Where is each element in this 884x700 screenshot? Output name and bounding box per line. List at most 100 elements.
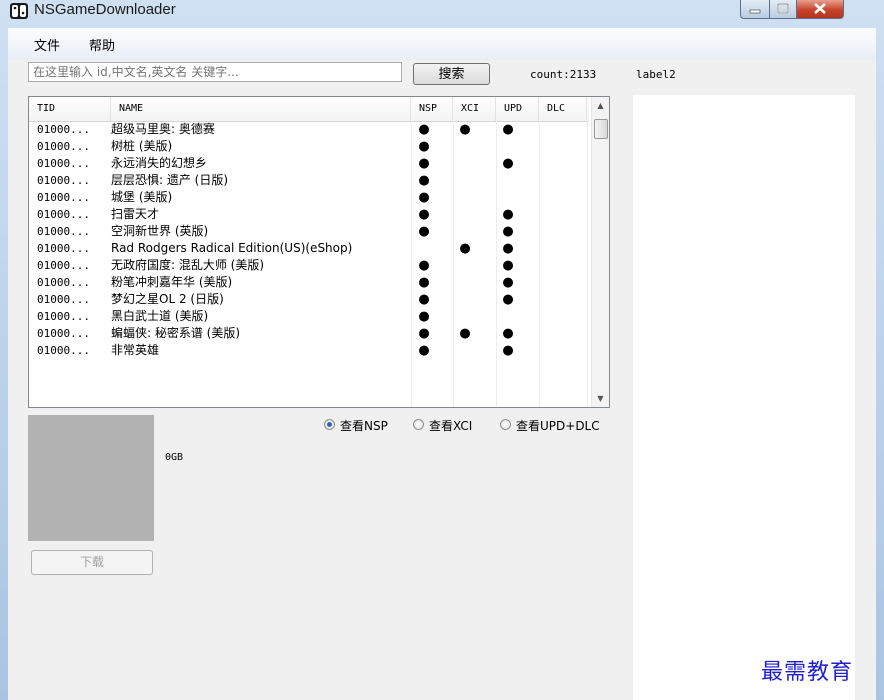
table-row[interactable]: 01000... 层层恐惧: 遗产 (日版) ●	[29, 172, 589, 189]
column-xci[interactable]: XCI	[453, 97, 496, 121]
column-dlc[interactable]: DLC	[539, 97, 587, 121]
column-name[interactable]: NAME	[111, 97, 411, 121]
available-dot-icon: ●	[418, 309, 430, 324]
title-bar[interactable]: NSGameDownloader	[0, 0, 884, 28]
cell-tid: 01000...	[37, 208, 90, 221]
minimize-button[interactable]	[740, 0, 769, 19]
cell-name: 永远消失的幻想乡	[111, 156, 208, 170]
detail-panel	[633, 95, 855, 700]
close-button[interactable]	[796, 0, 844, 19]
scroll-up-arrow-icon[interactable]: ▲	[592, 97, 609, 114]
cell-name: 城堡 (美版)	[111, 190, 173, 204]
cell-name: 蝙蝠侠: 秘密系谱 (美版)	[111, 326, 241, 340]
table-row[interactable]: 01000... 粉笔冲刺嘉年华 (美版) ● ●	[29, 274, 589, 291]
cell-tid: 01000...	[37, 259, 90, 272]
game-list[interactable]: TID NAME NSP XCI UPD DLC 01000... 超级马里奥: …	[28, 96, 610, 408]
available-dot-icon: ●	[418, 224, 430, 239]
radio-label: 查看XCI	[429, 419, 473, 433]
available-dot-icon: ●	[502, 207, 514, 222]
switch-app-icon	[10, 3, 28, 19]
available-dot-icon: ●	[418, 275, 430, 290]
scroll-thumb[interactable]	[594, 119, 608, 139]
cell-tid: 01000...	[37, 242, 90, 255]
table-row[interactable]: 01000... 树桩 (美版) ●	[29, 138, 589, 155]
cell-name: 超级马里奥: 奥德赛	[111, 122, 215, 136]
info-label: label2	[636, 68, 676, 81]
cell-tid: 01000...	[37, 225, 90, 238]
available-dot-icon: ●	[418, 156, 430, 171]
available-dot-icon: ●	[502, 224, 514, 239]
close-icon	[814, 3, 826, 14]
maximize-icon	[777, 3, 789, 14]
available-dot-icon: ●	[418, 343, 430, 358]
available-dot-icon: ●	[418, 173, 430, 188]
cell-tid: 01000...	[37, 140, 90, 153]
available-dot-icon: ●	[502, 241, 514, 256]
maximize-button[interactable]	[769, 0, 797, 19]
window-title: NSGameDownloader	[34, 1, 176, 18]
column-upd[interactable]: UPD	[496, 97, 539, 121]
cell-tid: 01000...	[37, 344, 90, 357]
radio-label: 查看NSP	[340, 419, 388, 433]
table-row[interactable]: 01000... 永远消失的幻想乡 ● ●	[29, 155, 589, 172]
cell-tid: 01000...	[37, 123, 90, 136]
cell-name: 扫雷天才	[111, 207, 160, 221]
available-dot-icon: ●	[502, 292, 514, 307]
cell-name: 粉笔冲刺嘉年华 (美版)	[111, 275, 233, 289]
radio-dot-icon	[500, 419, 511, 430]
available-dot-icon: ●	[418, 258, 430, 273]
column-nsp[interactable]: NSP	[411, 97, 453, 121]
minimize-icon	[749, 9, 761, 14]
list-rows: 01000... 超级马里奥: 奥德赛 ● ● ● 01000... 树桩 (美版) ● 010…	[29, 121, 589, 359]
cell-name: 空洞新世界 (英版)	[111, 224, 209, 238]
search-input[interactable]	[28, 62, 402, 82]
column-tid[interactable]: TID	[29, 97, 111, 121]
available-dot-icon: ●	[502, 326, 514, 341]
available-dot-icon: ●	[459, 241, 471, 256]
available-dot-icon: ●	[502, 343, 514, 358]
radio-dot-icon	[324, 419, 335, 430]
available-dot-icon: ●	[418, 139, 430, 154]
radio-dot-icon	[413, 419, 424, 430]
table-row[interactable]: 01000... 城堡 (美版) ●	[29, 189, 589, 206]
search-button[interactable]: 搜索	[413, 63, 490, 85]
cell-name: 层层恐惧: 遗产 (日版)	[111, 173, 229, 187]
table-row[interactable]: 01000... 无政府国度: 混乱大师 (美版) ● ●	[29, 257, 589, 274]
cell-tid: 01000...	[37, 191, 90, 204]
table-row[interactable]: 01000... 空洞新世界 (英版) ● ●	[29, 223, 589, 240]
menu-bar: 文件 帮助	[8, 28, 876, 60]
cell-tid: 01000...	[37, 174, 90, 187]
cell-tid: 01000...	[37, 293, 90, 306]
cell-name: Rad Rodgers Radical Edition(US)(eShop)	[111, 241, 353, 255]
menu-file[interactable]: 文件	[34, 35, 60, 54]
cell-name: 非常英雄	[111, 343, 160, 357]
cell-name: 无政府国度: 混乱大师 (美版)	[111, 258, 265, 272]
cell-name: 树桩 (美版)	[111, 139, 173, 153]
size-label: 0GB	[165, 452, 184, 463]
view-options: 查看NSP 查看XCI 查看UPD+DLC	[8, 417, 628, 435]
list-header: TID NAME NSP XCI UPD DLC	[29, 97, 589, 122]
available-dot-icon: ●	[502, 122, 514, 137]
table-row[interactable]: 01000... 非常英雄 ● ●	[29, 342, 589, 359]
count-label: count:2133	[530, 68, 597, 81]
menu-help[interactable]: 帮助	[89, 35, 115, 54]
available-dot-icon: ●	[459, 326, 471, 341]
table-row[interactable]: 01000... 超级马里奥: 奥德赛 ● ● ●	[29, 121, 589, 138]
table-row[interactable]: 01000... Rad Rodgers Radical Edition(US)(…	[29, 240, 589, 257]
list-scrollbar[interactable]: ▲ ▼	[591, 97, 609, 407]
available-dot-icon: ●	[502, 258, 514, 273]
app-window: NSGameDownloader 文件 帮助 搜索 count:2133 lab…	[0, 0, 884, 700]
scroll-down-arrow-icon[interactable]: ▼	[592, 390, 609, 407]
cell-tid: 01000...	[37, 276, 90, 289]
table-row[interactable]: 01000... 扫雷天才 ● ●	[29, 206, 589, 223]
cell-tid: 01000...	[37, 310, 90, 323]
available-dot-icon: ●	[418, 292, 430, 307]
cell-name: 黑白武士道 (美版)	[111, 309, 209, 323]
download-button[interactable]: 下载	[31, 550, 153, 575]
table-row[interactable]: 01000... 黑白武士道 (美版) ●	[29, 308, 589, 325]
table-row[interactable]: 01000... 蝙蝠侠: 秘密系谱 (美版) ● ● ●	[29, 325, 589, 342]
available-dot-icon: ●	[502, 275, 514, 290]
table-row[interactable]: 01000... 梦幻之星OL 2 (日版) ● ●	[29, 291, 589, 308]
available-dot-icon: ●	[418, 190, 430, 205]
cell-tid: 01000...	[37, 327, 90, 340]
